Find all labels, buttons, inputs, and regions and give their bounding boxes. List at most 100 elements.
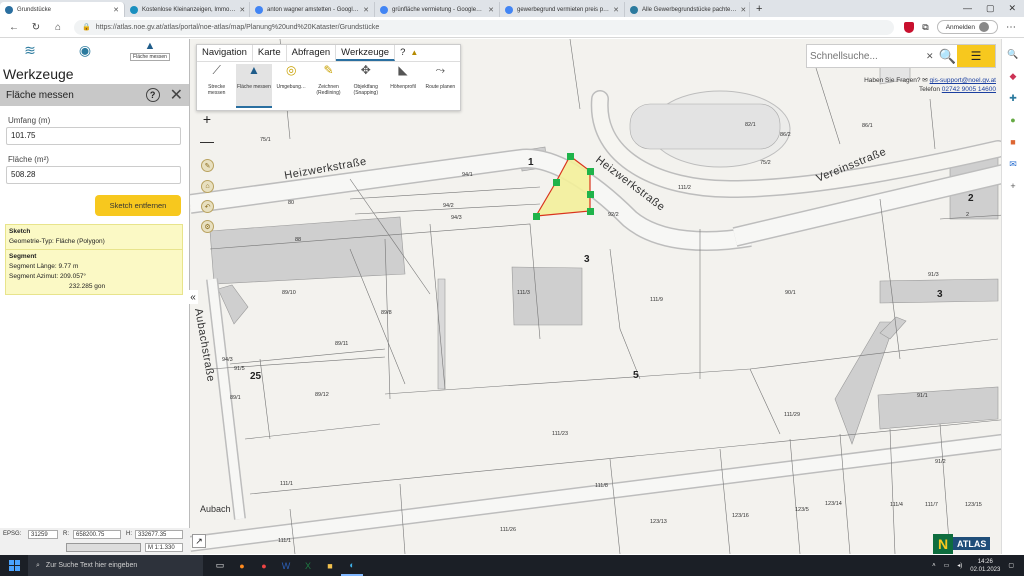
toolbar-tabs: Navigation Karte Abfragen Werkzeuge ? ▲ xyxy=(197,45,460,62)
edge-icon[interactable]: ◐ xyxy=(341,555,363,576)
login-button[interactable]: Anmelden xyxy=(936,20,998,34)
close-window-icon[interactable]: ✕ xyxy=(1008,3,1016,14)
location-icon[interactable]: ◉ xyxy=(75,42,95,58)
collapse-panel-icon[interactable]: « xyxy=(188,290,198,304)
clear-search-icon[interactable]: ✕ xyxy=(926,51,934,62)
support-email-link[interactable]: gis-support@noel.gv.at xyxy=(930,77,996,84)
back-icon[interactable]: ← xyxy=(8,22,20,33)
tab-werkzeuge[interactable]: Werkzeuge xyxy=(336,45,396,61)
word-icon[interactable]: W xyxy=(275,555,297,576)
fullscreen-icon[interactable]: ↗ xyxy=(192,534,206,548)
active-tool-indicator[interactable]: ▲ Fläche messen xyxy=(130,40,170,61)
tool-zeichnen[interactable]: ✎ Zeichnen (Redlining) xyxy=(311,64,346,108)
url-field[interactable]: 🔒 https://atlas.noe.gv.at/atlas/portal/no… xyxy=(74,19,895,35)
pencil-icon: ✎ xyxy=(323,63,334,77)
svg-text:91/1: 91/1 xyxy=(917,393,928,399)
home-view-icon[interactable]: ⌂ xyxy=(201,180,214,193)
browser-tab-1[interactable]: Grundstücke ✕ xyxy=(0,2,125,17)
tab-help[interactable]: ? xyxy=(395,45,410,61)
map-canvas[interactable]: Heizwerkstraße Heizwerkstraße Vereinsstr… xyxy=(190,39,1024,554)
location-tool-icon[interactable]: ✎ xyxy=(201,159,214,172)
reload-icon[interactable]: ↻ xyxy=(30,22,42,33)
search-icon[interactable]: 🔍 xyxy=(939,48,956,65)
perimeter-label: Umfang (m) xyxy=(8,116,51,125)
tool-strecke-messen[interactable]: ⟋ Strecke messen xyxy=(199,64,234,108)
more-icon[interactable]: ⋯ xyxy=(1006,22,1016,33)
network-icon[interactable]: ▭ xyxy=(944,562,950,569)
shield-icon[interactable] xyxy=(904,21,915,33)
help-icon[interactable]: ? xyxy=(145,88,160,102)
close-tab-icon[interactable]: ✕ xyxy=(488,6,494,14)
add-sidebar-icon[interactable]: + xyxy=(1006,179,1020,193)
area-field[interactable]: 508.28 xyxy=(6,166,181,184)
active-tool-label: Fläche messen xyxy=(130,52,170,61)
h-value: 332677.35 xyxy=(135,530,183,539)
shopping-icon[interactable]: ◆ xyxy=(1006,69,1020,83)
outlook-icon[interactable]: ✉ xyxy=(1006,157,1020,171)
notifications-icon[interactable]: ▢ xyxy=(1008,562,1014,569)
chrome-icon[interactable]: ● xyxy=(253,555,275,576)
support-phone-link[interactable]: 02742 9005 14600 xyxy=(942,86,996,93)
tool-hoehenprofil[interactable]: ◣ Höhenprofil xyxy=(385,64,420,108)
browser-account-area: ⧉ Anmelden ⋯ xyxy=(904,20,1016,34)
minimize-icon[interactable]: — xyxy=(963,3,972,14)
browser-tab-3[interactable]: anton wagner amstetten - Googl… ✕ xyxy=(250,2,375,17)
file-explorer-icon[interactable]: ■ xyxy=(319,555,341,576)
firefox-icon[interactable]: ● xyxy=(231,555,253,576)
settings-icon[interactable]: ⚙ xyxy=(201,220,214,233)
tab-abfragen[interactable]: Abfragen xyxy=(287,45,337,61)
cadastral-map[interactable]: Heizwerkstraße Heizwerkstraße Vereinsstr… xyxy=(190,39,1024,554)
maximize-icon[interactable]: ▢ xyxy=(986,3,995,14)
extensions-icon[interactable]: ⧉ xyxy=(922,22,928,33)
start-button[interactable] xyxy=(0,560,28,571)
search-input[interactable] xyxy=(810,50,920,62)
games-icon[interactable]: ● xyxy=(1006,113,1020,127)
back-view-icon[interactable]: ↶ xyxy=(201,200,214,213)
new-tab-button[interactable]: + xyxy=(750,2,768,17)
close-tab-icon[interactable]: ✕ xyxy=(740,6,746,14)
close-icon[interactable]: ✕ xyxy=(170,85,183,105)
remove-sketch-button[interactable]: Sketch entfernen xyxy=(95,195,181,216)
zoom-out-button[interactable]: — xyxy=(200,133,214,149)
tool-label: Strecke messen xyxy=(207,84,226,96)
tab-navigation[interactable]: Navigation xyxy=(197,45,253,61)
close-tab-icon[interactable]: ✕ xyxy=(363,6,369,14)
avatar-icon xyxy=(979,22,989,32)
office-icon[interactable]: ■ xyxy=(1006,135,1020,149)
close-tab-icon[interactable]: ✕ xyxy=(239,6,245,14)
home-icon[interactable]: ⌂ xyxy=(52,22,64,33)
tools-sidebar-icon[interactable]: ✚ xyxy=(1006,91,1020,105)
tool-label: Zeichnen (Redlining) xyxy=(316,84,341,96)
excel-icon[interactable]: X xyxy=(297,555,319,576)
tray-arrow-icon[interactable]: ˄ xyxy=(932,563,936,569)
task-view-icon[interactable]: ▭ xyxy=(209,555,231,576)
tool-objektfang[interactable]: ✥ Objektfang (Snapping) xyxy=(348,64,383,108)
close-tab-icon[interactable]: ✕ xyxy=(113,6,119,14)
user-icon[interactable]: ▲ xyxy=(410,45,418,61)
tool-umgebung[interactable]: ◎ Umgebung… xyxy=(274,64,309,108)
favicon-icon xyxy=(5,5,13,14)
taskbar-search-placeholder: Zur Suche Text hier eingeben xyxy=(45,562,138,569)
svg-text:94/1: 94/1 xyxy=(462,172,473,178)
tool-flaeche-messen[interactable]: ▲ Fläche messen xyxy=(236,64,272,108)
menu-icon[interactable]: ☰ xyxy=(957,45,995,67)
search-sidebar-icon[interactable]: 🔍 xyxy=(1006,47,1020,61)
browser-tab-5[interactable]: gewerbegrund vermieten preis p… ✕ xyxy=(500,2,625,17)
layers-icon[interactable]: ≋ xyxy=(20,42,40,58)
clock-time: 14:26 xyxy=(977,558,993,565)
tool-route-planen[interactable]: ⤳ Route planen xyxy=(423,64,458,108)
browser-tab-6[interactable]: Alle Gewerbegrundstücke pachte… ✕ xyxy=(625,2,750,17)
route-icon: ⤳ xyxy=(435,63,446,77)
taskbar-search[interactable]: ⌕ Zur Suche Text hier eingeben xyxy=(28,555,203,576)
browser-tab-2[interactable]: Kostenlose Kleinanzeigen, Immo… ✕ xyxy=(125,2,250,17)
close-tab-icon[interactable]: ✕ xyxy=(613,6,619,14)
tab-karte[interactable]: Karte xyxy=(253,45,287,61)
zoom-in-button[interactable]: + xyxy=(200,111,214,127)
panel-top-icons: ≋ ◉ ▲ Fläche messen xyxy=(0,39,189,65)
perimeter-field[interactable]: 101.75 xyxy=(6,127,181,145)
clock[interactable]: 14:26 02.01.2023 xyxy=(970,558,1000,574)
browser-tab-4[interactable]: grünfläche vermietung - Google… ✕ xyxy=(375,2,500,17)
tab-title: grünfläche vermietung - Google… xyxy=(392,6,483,13)
epsg-label: EPSG: xyxy=(3,531,22,537)
volume-icon[interactable]: ◂) xyxy=(957,562,962,569)
